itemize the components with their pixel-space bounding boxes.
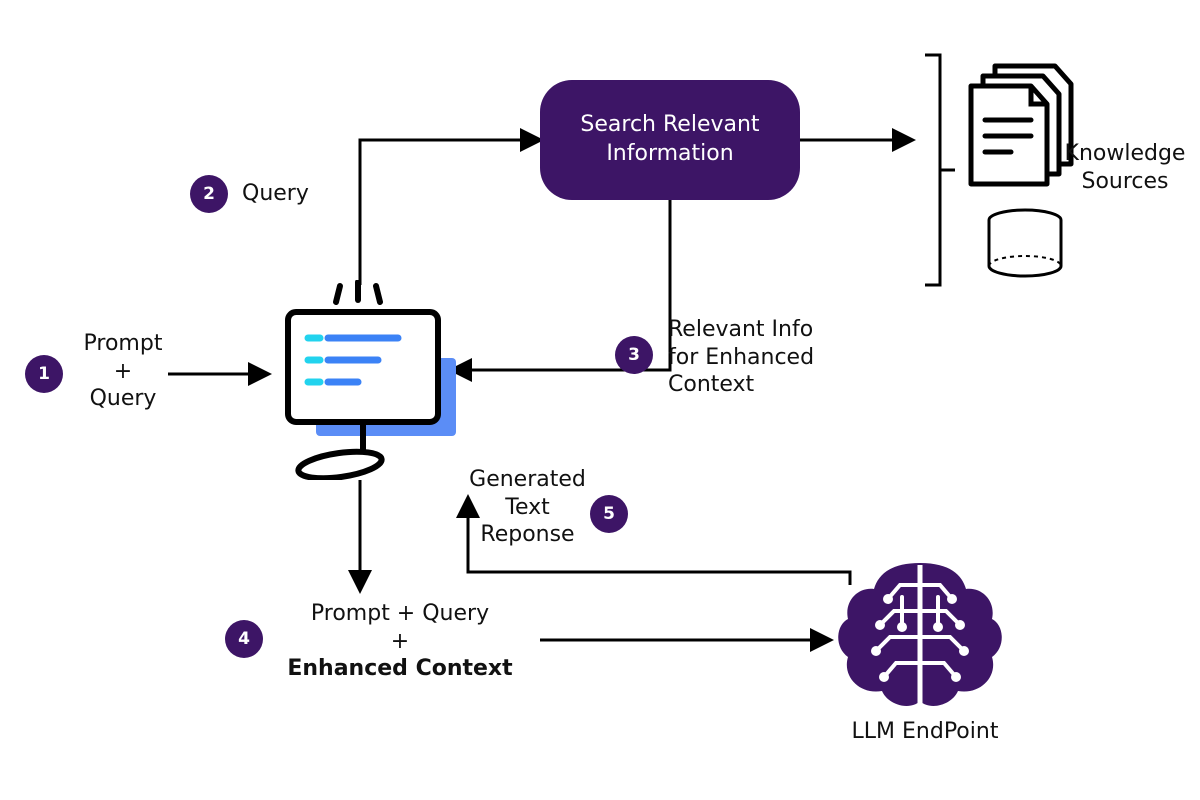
step-4-badge: 4 <box>225 620 263 658</box>
step-5-badge: 5 <box>590 495 628 533</box>
search-relevant-info-node: Search Relevant Information <box>540 80 800 200</box>
step-4-label: Prompt + Query + Enhanced Context <box>280 600 520 683</box>
rag-architecture-diagram: { "diagram": { "steps": { "s1": { "num":… <box>0 0 1200 800</box>
step-3-badge: 3 <box>615 336 653 374</box>
brain-circuit-icon <box>830 555 1010 715</box>
step-3-number: 3 <box>628 345 640 365</box>
step-3-label: Relevant Info for Enhanced Context <box>668 316 828 399</box>
step-5-label: Generated Text Reponse <box>465 466 590 549</box>
step-4-number: 4 <box>238 629 250 649</box>
step-1-badge: 1 <box>25 355 63 393</box>
computer-icon <box>270 280 460 480</box>
step-1-label: Prompt + Query <box>78 330 168 413</box>
step-5-number: 5 <box>603 504 615 524</box>
step-2-badge: 2 <box>190 175 228 213</box>
step-2-label: Query <box>242 180 309 208</box>
step-2-number: 2 <box>203 184 215 204</box>
knowledge-sources-label: Knowledge Sources <box>1060 140 1190 195</box>
llm-endpoint-label: LLM EndPoint <box>850 718 1000 746</box>
database-icon <box>985 208 1065 280</box>
step-1-number: 1 <box>38 364 50 384</box>
search-box-label: Search Relevant Information <box>556 111 784 168</box>
